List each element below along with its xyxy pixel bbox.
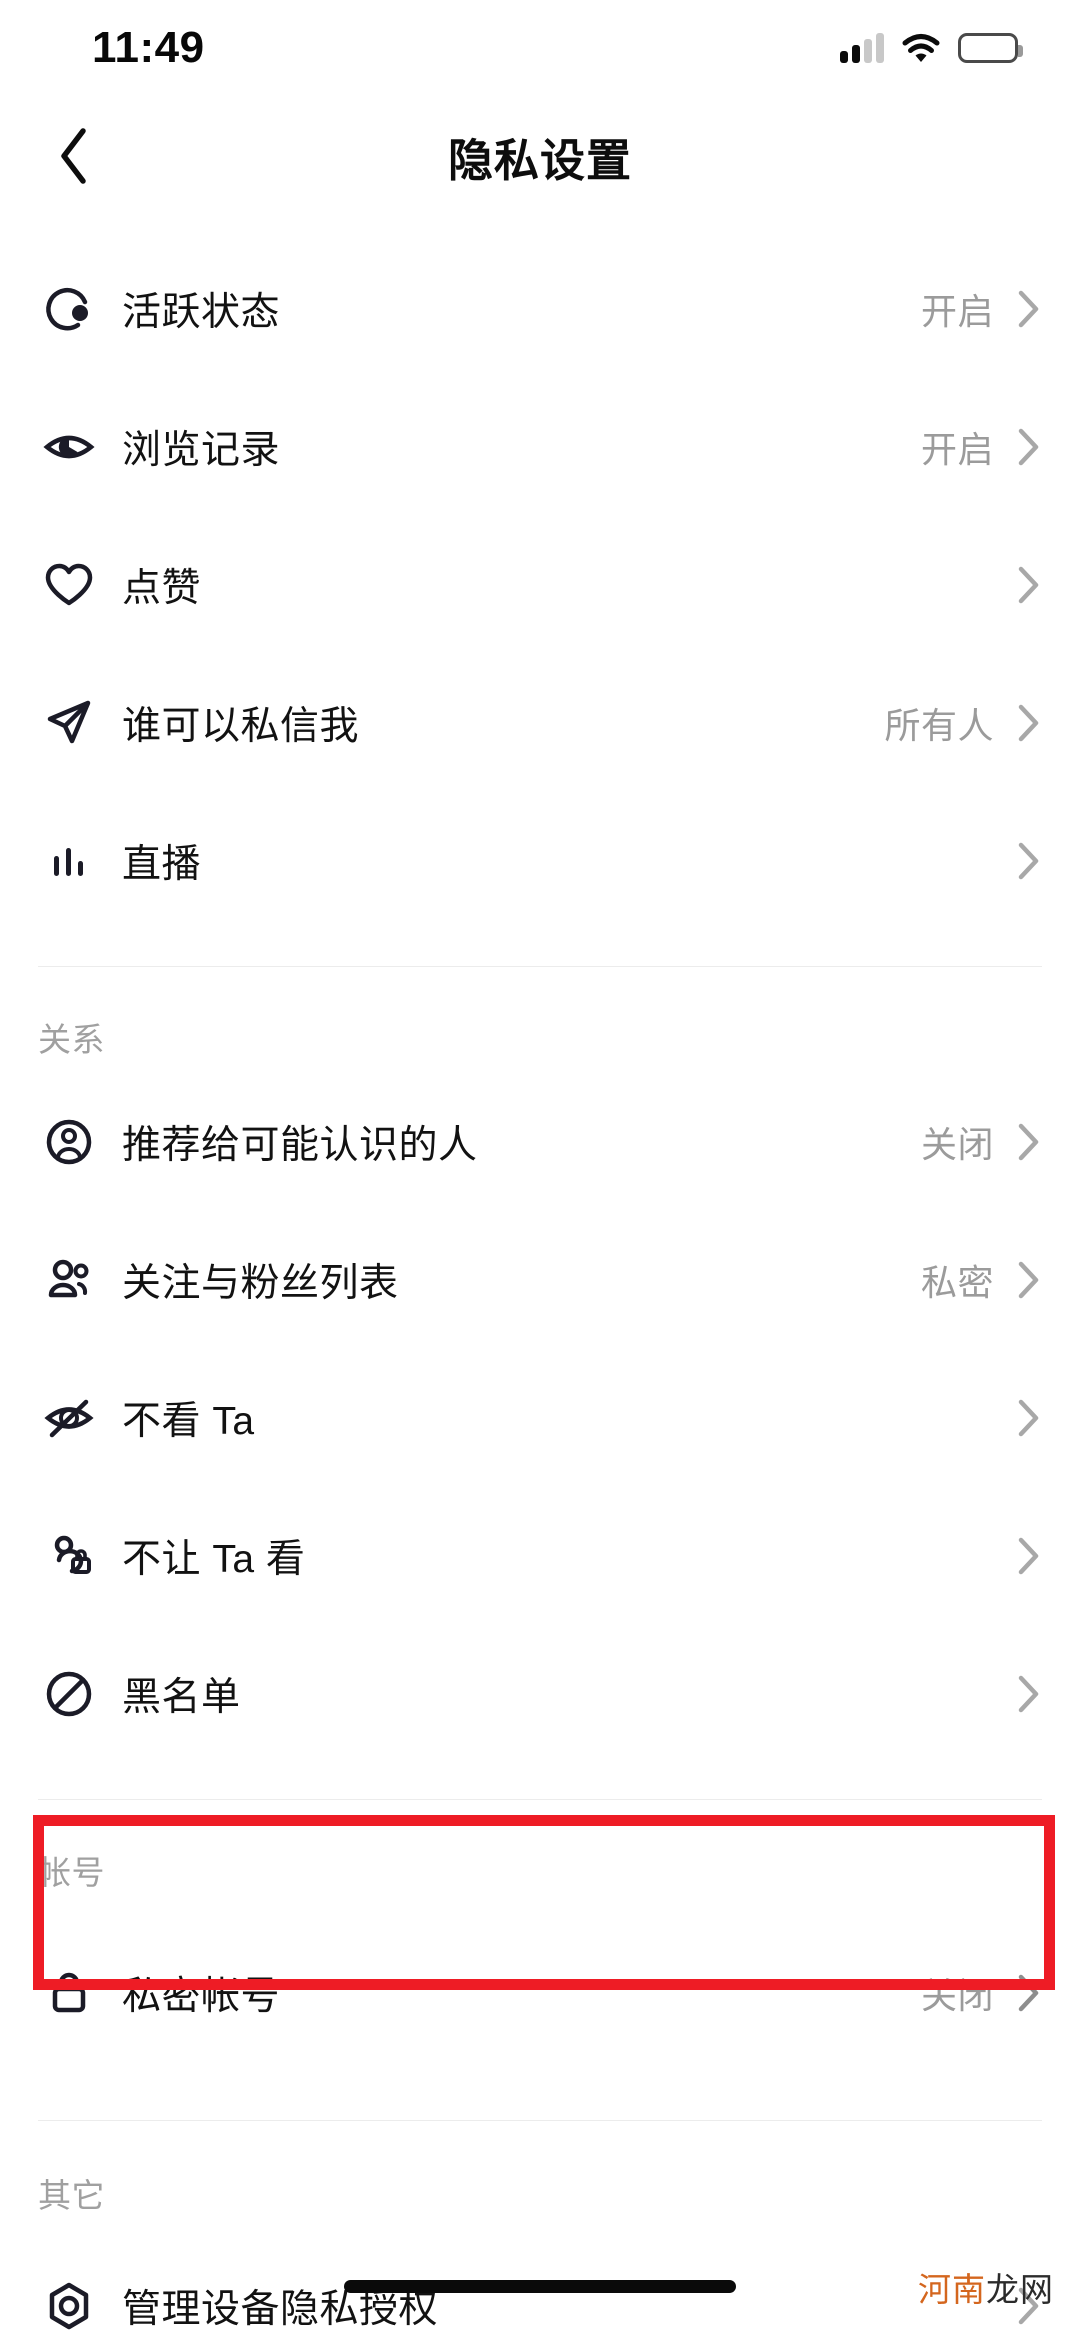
- setting-row-likes[interactable]: 点赞: [38, 540, 1042, 630]
- setting-value: 私密: [920, 1262, 994, 1303]
- setting-label: 直播: [122, 843, 202, 886]
- setting-label: 谁可以私信我: [122, 705, 360, 748]
- chevron-right-icon: [1018, 290, 1039, 328]
- watermark: 河南龙网: [918, 2263, 1054, 2311]
- setting-row-right: 关闭: [921, 1116, 1042, 1168]
- setting-row-right: 开启: [921, 421, 1042, 473]
- setting-value: 所有人: [884, 705, 994, 746]
- eye-off-icon: [38, 1387, 100, 1449]
- setting-row-right: 所有人: [884, 697, 1042, 749]
- user-circle-icon: [38, 1111, 100, 1173]
- setting-row-following-followers-list[interactable]: 关注与粉丝列表 私密: [38, 1235, 1042, 1325]
- setting-row-right: [994, 1398, 1042, 1438]
- section-header-account: 帐号: [38, 1854, 105, 1891]
- setting-row-browsing-history[interactable]: 浏览记录 开启: [38, 402, 1042, 492]
- chevron-right-icon: [1018, 1261, 1039, 1299]
- status-time: 11:49: [92, 23, 205, 72]
- setting-label: 不让 Ta 看: [122, 1538, 306, 1581]
- section-header-relationship: 关系: [38, 1021, 105, 1058]
- chevron-right-icon: [1018, 1974, 1039, 2012]
- wifi-icon: [902, 33, 940, 63]
- setting-row-right: [994, 841, 1042, 881]
- setting-row-blacklist[interactable]: 黑名单: [38, 1649, 1042, 1739]
- watermark-part1: 河南: [918, 2271, 986, 2308]
- phone-screen: 11:49 隐私设置 活跃状态 开启 浏览记录 开启 点赞 谁可以私信我 所有人…: [0, 0, 1080, 2337]
- setting-value: 开启: [920, 291, 994, 332]
- setting-label: 关注与粉丝列表: [122, 1262, 399, 1305]
- browsing-history-eye-icon: [38, 416, 100, 478]
- people-group-icon: [38, 1249, 100, 1311]
- device-permission-hex-icon: [38, 2275, 100, 2337]
- chevron-left-icon: [61, 128, 86, 184]
- setting-row-who-can-dm-me[interactable]: 谁可以私信我 所有人: [38, 678, 1042, 768]
- setting-row-right: 开启: [921, 283, 1042, 335]
- chevron-right-icon: [1018, 566, 1039, 604]
- lock-icon: [38, 1962, 100, 2024]
- setting-value: 关闭: [920, 1124, 994, 1165]
- setting-row-right: 关闭: [921, 1967, 1042, 2019]
- battery-icon: [958, 33, 1023, 63]
- watermark-part2: 龙网: [986, 2271, 1054, 2308]
- setting-value: 开启: [920, 429, 994, 470]
- setting-label: 活跃状态: [122, 291, 281, 334]
- cellular-signal-icon: [840, 33, 884, 63]
- chevron-right-icon: [1018, 1399, 1039, 1437]
- active-status-icon: [38, 278, 100, 340]
- chevron-right-icon: [1018, 842, 1039, 880]
- setting-row-live[interactable]: 直播: [38, 816, 1042, 906]
- home-indicator[interactable]: [344, 2280, 736, 2293]
- setting-label: 黑名单: [122, 1676, 241, 1719]
- live-bars-icon: [38, 830, 100, 892]
- page-title: 隐私设置: [447, 134, 632, 186]
- chevron-right-icon: [1018, 1675, 1039, 1713]
- setting-label: 私密帐号: [122, 1975, 281, 2018]
- setting-label: 推荐给可能认识的人: [122, 1124, 478, 1167]
- back-button[interactable]: [38, 121, 108, 191]
- setting-row-manage-device-privacy-permissions[interactable]: 管理设备隐私授权: [38, 2261, 1042, 2337]
- setting-label: 不看 Ta: [122, 1400, 255, 1443]
- chevron-right-icon: [1018, 704, 1039, 742]
- chevron-right-icon: [1018, 1123, 1039, 1161]
- setting-value: 关闭: [920, 1975, 994, 2016]
- heart-icon: [38, 554, 100, 616]
- setting-label: 点赞: [122, 567, 202, 610]
- setting-row-right: [994, 1674, 1042, 1714]
- block-circle-icon: [38, 1663, 100, 1725]
- setting-row-dont-watch-ta[interactable]: 不看 Ta: [38, 1373, 1042, 1463]
- settings-list: 活跃状态 开启 浏览记录 开启 点赞 谁可以私信我 所有人 直播 关系 推荐给可…: [0, 216, 1080, 2337]
- setting-row-right: [994, 1536, 1042, 1576]
- setting-row-active-status[interactable]: 活跃状态 开启: [38, 264, 1042, 354]
- chevron-right-icon: [1018, 428, 1039, 466]
- navigation-bar: 隐私设置: [0, 96, 1080, 216]
- user-lock-icon: [38, 1525, 100, 1587]
- status-bar: 11:49: [0, 0, 1080, 96]
- setting-label: 浏览记录: [122, 429, 281, 472]
- chevron-right-icon: [1018, 1537, 1039, 1575]
- status-indicators: [840, 33, 1023, 63]
- send-message-icon: [38, 692, 100, 754]
- setting-row-recommend-to-people-you-may-know[interactable]: 推荐给可能认识的人 关闭: [38, 1097, 1042, 1187]
- setting-row-right: [994, 565, 1042, 605]
- setting-row-right: 私密: [921, 1254, 1042, 1306]
- setting-row-private-account[interactable]: 私密帐号 关闭: [38, 1948, 1042, 2038]
- section-header-other: 其它: [38, 2177, 105, 2214]
- setting-row-dont-let-ta-watch[interactable]: 不让 Ta 看: [38, 1511, 1042, 1601]
